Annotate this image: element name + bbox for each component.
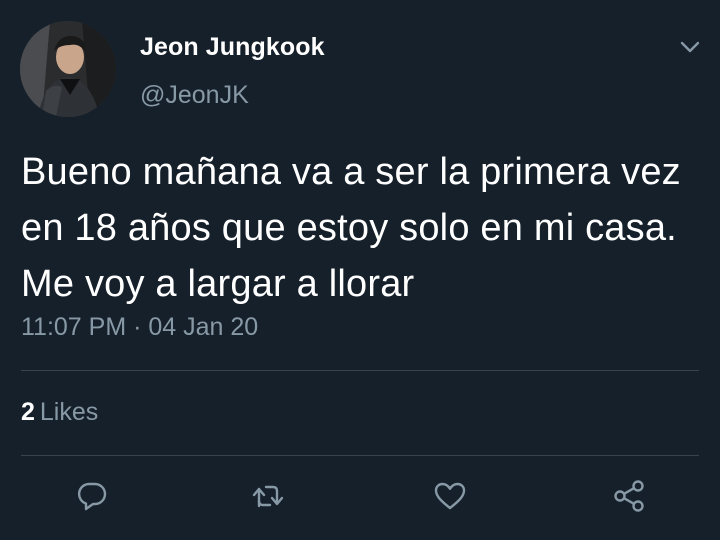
reply-icon	[75, 479, 109, 513]
retweet-icon	[250, 479, 286, 513]
retweet-button[interactable]	[248, 476, 288, 516]
tweet-text: Bueno mañana va a ser la primera vez en …	[21, 151, 681, 305]
like-button[interactable]	[430, 476, 470, 516]
chevron-down-icon[interactable]	[676, 33, 704, 61]
likes-count: 2	[21, 398, 35, 426]
author-handle[interactable]: @JeonJK	[140, 81, 249, 110]
reply-button[interactable]	[72, 476, 112, 516]
likes-label: Likes	[39, 398, 99, 426]
tweet-timestamp[interactable]: 11:07 PM · 04 Jan 20	[21, 313, 258, 342]
author-display-name[interactable]: Jeon Jungkook	[140, 33, 325, 62]
likes-stat[interactable]: 2 Likes	[21, 398, 98, 427]
tweet-detail: Jeon Jungkook @JeonJK Bueno mañana va a …	[0, 0, 720, 540]
like-icon	[433, 479, 467, 513]
share-button[interactable]	[609, 476, 649, 516]
avatar[interactable]	[20, 21, 116, 117]
share-icon	[611, 478, 647, 514]
divider	[21, 455, 699, 456]
divider	[21, 370, 699, 371]
